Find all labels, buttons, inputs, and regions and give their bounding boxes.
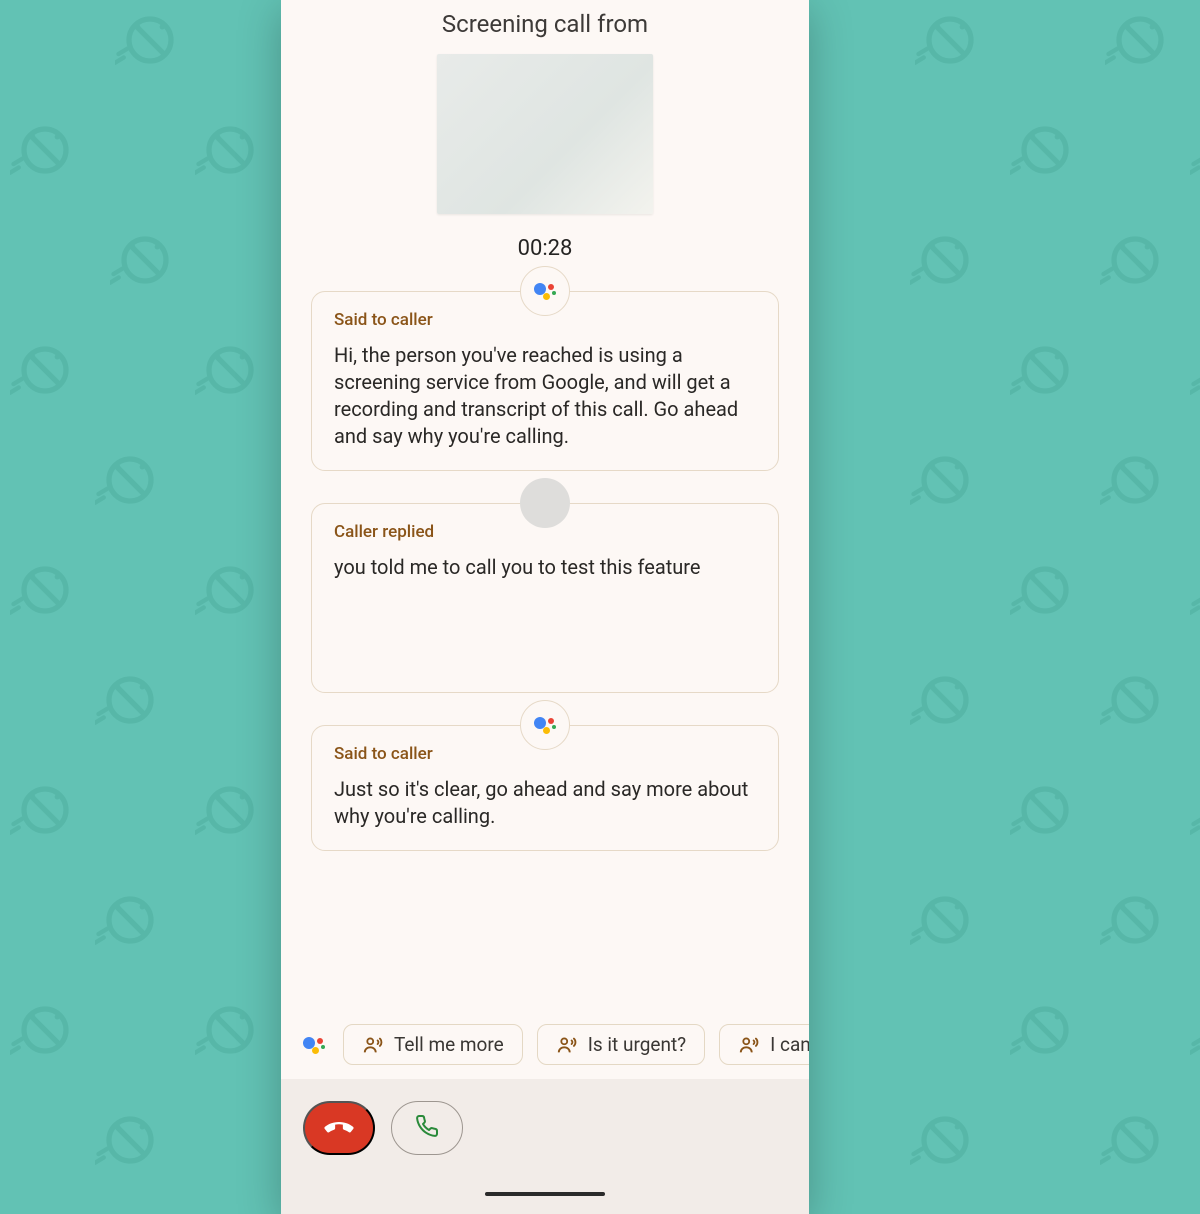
message-said-to-caller: Said to caller Hi, the person you've rea… bbox=[311, 291, 779, 471]
assistant-icon bbox=[299, 1030, 329, 1060]
assistant-icon bbox=[534, 280, 556, 302]
message-text: Hi, the person you've reached is using a… bbox=[334, 342, 756, 450]
message-said-to-caller: Said to caller Just so it's clear, go ah… bbox=[311, 725, 779, 851]
person-speaking-icon bbox=[738, 1034, 760, 1056]
assistant-badge bbox=[520, 700, 570, 750]
caller-badge bbox=[520, 478, 570, 528]
quick-reply-row[interactable]: Tell me more Is it urgent? I can't bbox=[281, 1016, 809, 1079]
person-speaking-icon bbox=[362, 1034, 384, 1056]
message-card: Caller replied you told me to call you t… bbox=[311, 503, 779, 693]
message-text: you told me to call you to test this fea… bbox=[334, 554, 756, 581]
message-card: Said to caller Hi, the person you've rea… bbox=[311, 291, 779, 471]
assistant-badge bbox=[520, 266, 570, 316]
message-caller-replied: Caller replied you told me to call you t… bbox=[311, 503, 779, 693]
quick-reply-is-it-urgent[interactable]: Is it urgent? bbox=[537, 1024, 705, 1065]
quick-reply-label: I can't bbox=[770, 1033, 809, 1056]
transcript-area[interactable]: Said to caller Hi, the person you've rea… bbox=[281, 261, 809, 1016]
assistant-icon bbox=[534, 714, 556, 736]
call-action-bar bbox=[281, 1079, 809, 1214]
phone-icon bbox=[415, 1114, 439, 1142]
call-timer: 00:28 bbox=[311, 236, 779, 261]
call-header: Screening call from 00:28 bbox=[281, 0, 809, 261]
quick-reply-tell-me-more[interactable]: Tell me more bbox=[343, 1024, 523, 1065]
message-text: Just so it's clear, go ahead and say mor… bbox=[334, 776, 756, 830]
phone-screen: Screening call from 00:28 Said to caller… bbox=[281, 0, 809, 1214]
screening-title: Screening call from bbox=[311, 10, 779, 38]
quick-reply-i-cant[interactable]: I can't bbox=[719, 1024, 809, 1065]
person-speaking-icon bbox=[556, 1034, 578, 1056]
answer-call-button[interactable] bbox=[391, 1101, 463, 1155]
caller-photo bbox=[437, 54, 653, 214]
home-indicator[interactable] bbox=[485, 1192, 605, 1196]
end-call-button[interactable] bbox=[303, 1101, 375, 1155]
hangup-icon bbox=[323, 1110, 355, 1146]
quick-reply-label: Tell me more bbox=[394, 1033, 504, 1056]
quick-reply-label: Is it urgent? bbox=[588, 1033, 686, 1056]
